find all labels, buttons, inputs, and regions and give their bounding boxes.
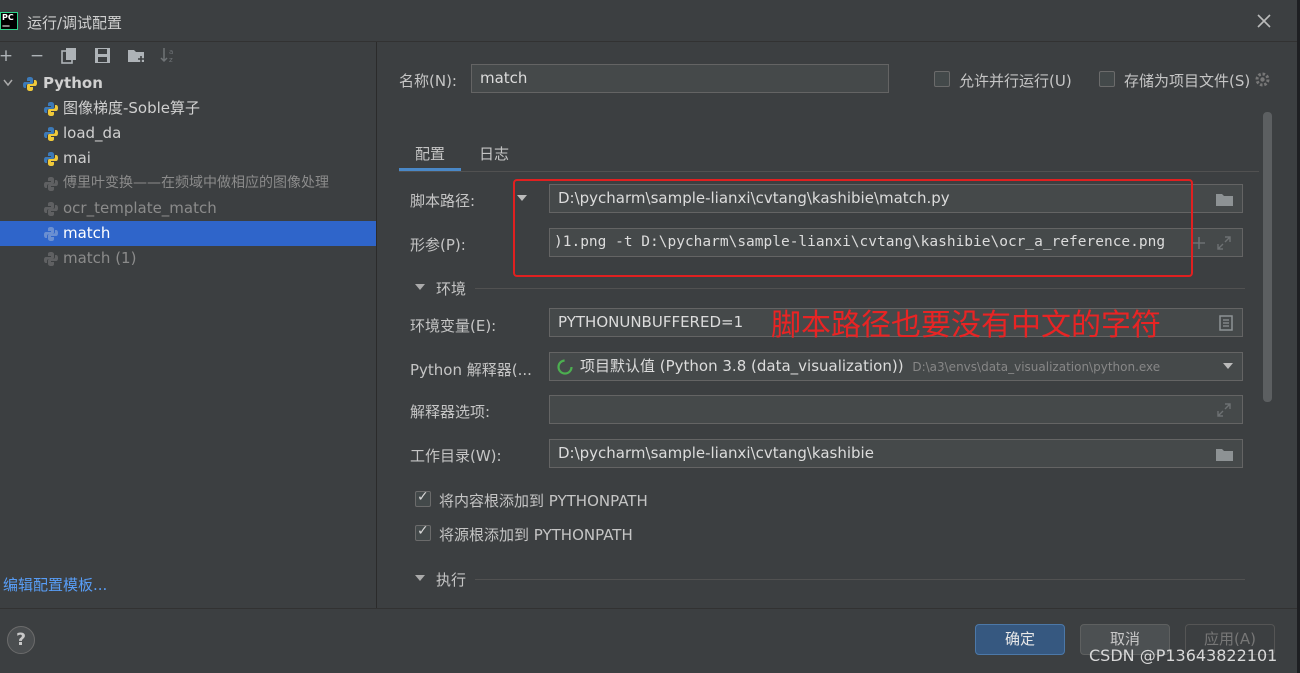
pycharm-logo: PC — bbox=[0, 12, 18, 30]
new-folder-icon[interactable] bbox=[127, 47, 146, 64]
save-icon[interactable] bbox=[94, 47, 111, 64]
tree-item-label: match bbox=[63, 224, 111, 242]
run-debug-config-dialog: PC — 运行/调试配置 + − a z Python 图像梯度-Soble算子… bbox=[0, 0, 1297, 673]
interpreter-value: 项目默认值 (Python 3.8 (data_visualization)) bbox=[580, 357, 904, 375]
tree-root-python[interactable]: Python bbox=[0, 71, 376, 96]
python-icon bbox=[23, 77, 37, 91]
tree-item[interactable]: 图像梯度-Soble算子 bbox=[0, 96, 376, 121]
add-source-roots-checkbox[interactable] bbox=[415, 523, 431, 541]
tree-item-label: ocr_template_match bbox=[63, 199, 217, 217]
python-icon bbox=[44, 252, 58, 266]
folder-icon[interactable] bbox=[1215, 447, 1234, 462]
python-icon bbox=[44, 152, 58, 166]
scrollbar[interactable] bbox=[1263, 112, 1272, 402]
interp-options-input[interactable] bbox=[549, 395, 1243, 424]
csdn-watermark: CSDN @P13643822101 bbox=[1089, 646, 1278, 665]
interpreter-label: Python 解释器(... bbox=[410, 361, 532, 379]
sort-icon[interactable]: a z bbox=[160, 46, 178, 64]
logo-text-bottom: — bbox=[2, 21, 10, 30]
loading-spinner-icon bbox=[557, 359, 573, 375]
chevron-down-icon[interactable] bbox=[3, 79, 13, 87]
tree-item-label: 图像梯度-Soble算子 bbox=[63, 99, 201, 117]
gear-icon[interactable] bbox=[1254, 71, 1271, 88]
script-path-label: 脚本路径: bbox=[410, 192, 476, 210]
interp-options-label: 解释器选项: bbox=[410, 403, 491, 421]
python-icon bbox=[44, 202, 58, 216]
chevron-down-icon[interactable] bbox=[415, 575, 425, 581]
section-divider bbox=[475, 288, 1245, 289]
close-icon[interactable] bbox=[1254, 11, 1274, 31]
tree-item-selected[interactable]: match bbox=[0, 221, 376, 246]
tree-item[interactable]: mai bbox=[0, 146, 376, 171]
ok-button[interactable]: 确定 bbox=[975, 624, 1065, 655]
config-tree-panel: + − a z Python 图像梯度-Soble算子 load_da mai … bbox=[0, 42, 377, 608]
exec-section-title: 执行 bbox=[436, 571, 467, 589]
chevron-down-icon[interactable] bbox=[415, 284, 425, 290]
section-divider bbox=[475, 579, 1245, 580]
folder-icon[interactable] bbox=[1215, 192, 1234, 207]
expand-icon[interactable] bbox=[1217, 236, 1231, 250]
svg-text:a: a bbox=[169, 48, 173, 56]
help-button[interactable]: ? bbox=[7, 626, 35, 654]
tree-item-label: mai bbox=[63, 149, 91, 167]
config-editor-panel: 名称(N): match 允许并行运行(U) 存储为项目文件(S) 配置 日志 … bbox=[378, 42, 1297, 608]
interpreter-select[interactable]: 项目默认值 (Python 3.8 (data_visualization)) … bbox=[549, 352, 1243, 381]
tab-divider bbox=[399, 171, 1259, 172]
workdir-input[interactable]: D:\pycharm\sample-lianxi\cvtang\kashibie bbox=[549, 439, 1243, 468]
tree-item-label: 傅里叶变换——在频域中做相应的图像处理 bbox=[63, 175, 329, 191]
remove-icon[interactable]: − bbox=[27, 46, 47, 66]
allow-parallel-label: 允许并行运行(U) bbox=[959, 72, 1072, 90]
interpreter-path: D:\a3\envs\data_visualization\python.exe bbox=[912, 360, 1161, 374]
params-label: 形参(P): bbox=[410, 236, 466, 254]
edit-config-templates-link[interactable]: 编辑配置模板... bbox=[3, 574, 107, 595]
python-icon bbox=[44, 127, 58, 141]
tab-config[interactable]: 配置 bbox=[415, 143, 445, 164]
python-icon bbox=[44, 227, 58, 241]
workdir-label: 工作目录(W): bbox=[410, 447, 502, 465]
python-icon bbox=[44, 177, 58, 191]
env-vars-label: 环境变量(E): bbox=[410, 317, 497, 335]
store-as-project-checkbox[interactable] bbox=[1099, 71, 1115, 87]
add-content-roots-label: 将内容根添加到 PYTHONPATH bbox=[439, 492, 648, 510]
tree-item[interactable]: load_da bbox=[0, 121, 376, 146]
add-source-roots-label: 将源根添加到 PYTHONPATH bbox=[439, 526, 633, 544]
document-icon[interactable] bbox=[1219, 315, 1233, 331]
tree-root-label: Python bbox=[43, 74, 103, 92]
env-section-title: 环境 bbox=[436, 280, 467, 298]
store-as-project-label: 存储为项目文件(S) bbox=[1124, 72, 1251, 90]
dialog-title: 运行/调试配置 bbox=[27, 14, 123, 32]
title-bar: PC — 运行/调试配置 bbox=[0, 0, 1297, 42]
tab-logs[interactable]: 日志 bbox=[479, 143, 509, 164]
tree-item[interactable]: 傅里叶变换——在频域中做相应的图像处理 bbox=[0, 171, 376, 196]
allow-parallel-checkbox[interactable] bbox=[934, 71, 950, 87]
name-label: 名称(N): bbox=[399, 72, 457, 90]
add-content-roots-checkbox[interactable] bbox=[415, 489, 431, 507]
python-icon bbox=[44, 102, 58, 116]
add-icon[interactable]: + bbox=[0, 46, 16, 66]
copy-icon[interactable] bbox=[61, 47, 78, 64]
chevron-down-icon[interactable] bbox=[1222, 362, 1234, 370]
tree-item-label: load_da bbox=[63, 124, 122, 142]
tree-item-label: match (1) bbox=[63, 249, 137, 267]
annotation-highlight-box bbox=[513, 179, 1193, 277]
svg-text:z: z bbox=[169, 56, 173, 64]
tree-item[interactable]: match (1) bbox=[0, 246, 376, 271]
tree-item[interactable]: ocr_template_match bbox=[0, 196, 376, 221]
name-input[interactable]: match bbox=[471, 64, 889, 93]
plus-icon[interactable] bbox=[1192, 236, 1206, 250]
expand-icon[interactable] bbox=[1217, 403, 1231, 417]
annotation-text: 脚本路径也要没有中文的字符 bbox=[771, 308, 1161, 343]
